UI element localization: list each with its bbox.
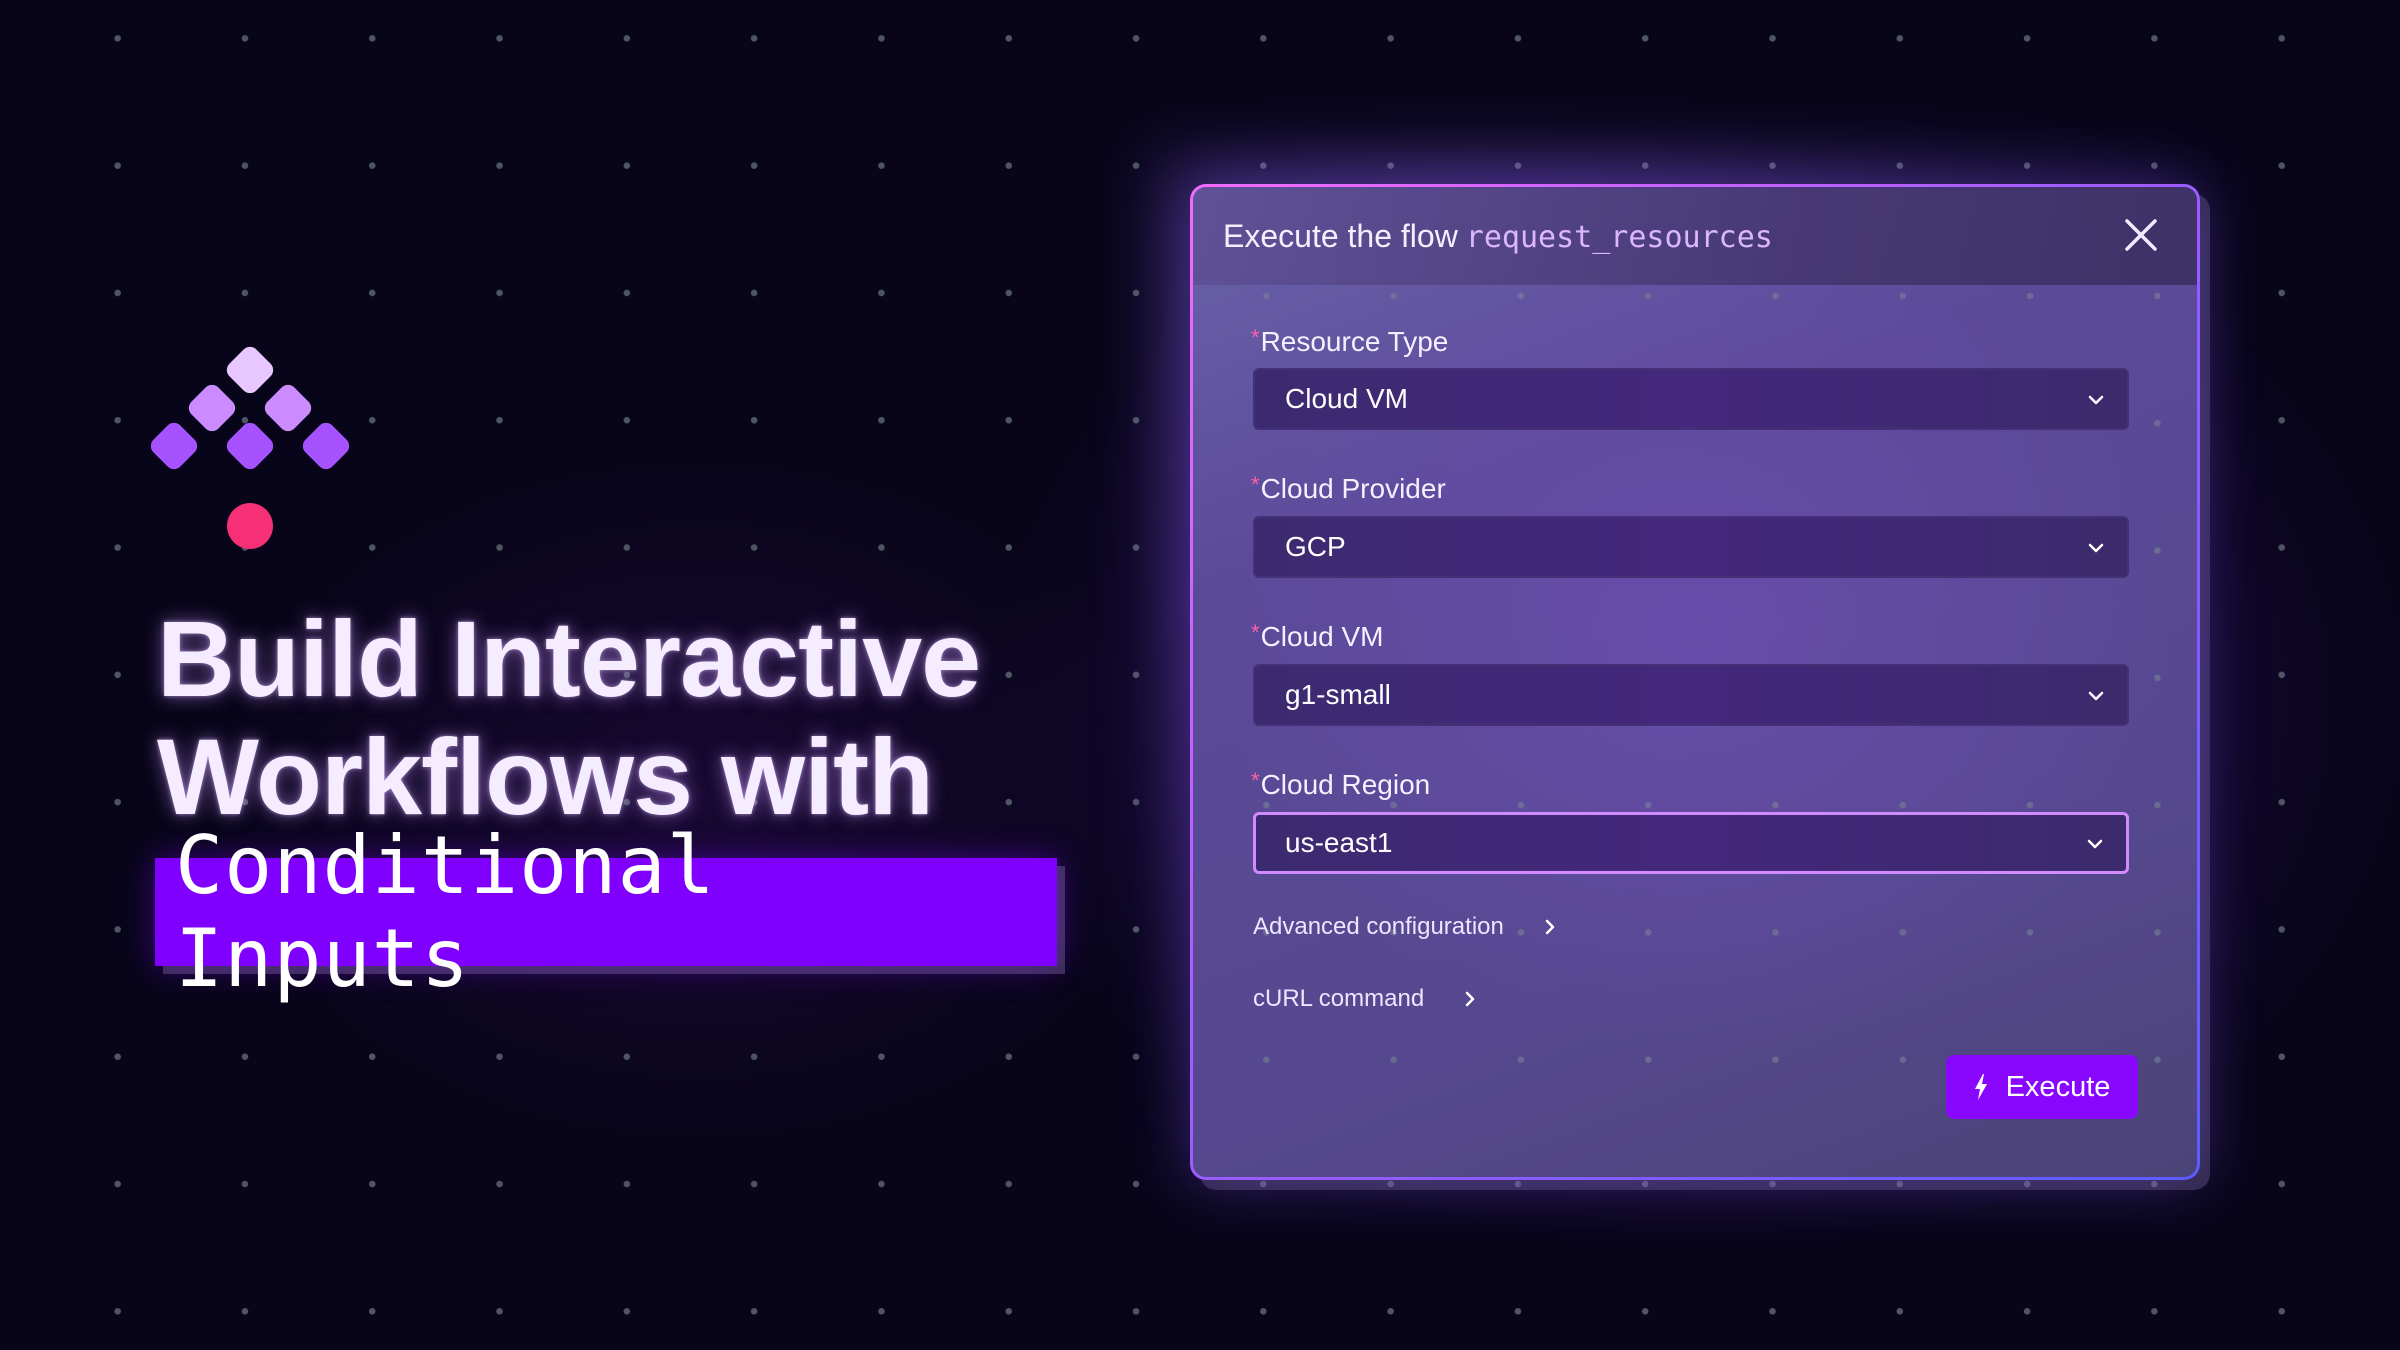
close-icon (2125, 219, 2157, 251)
required-marker: * (1251, 325, 1260, 350)
headline-line-1: Build Interactive (157, 598, 981, 719)
advanced-configuration-toggle[interactable]: Advanced configuration (1253, 913, 1556, 941)
select-value: Cloud VM (1285, 383, 1408, 414)
collapsible-label: Advanced configuration (1253, 913, 1504, 940)
cloud-provider-select[interactable]: GCP (1253, 516, 2129, 578)
cloud-vm-select[interactable]: g1-small (1253, 664, 2129, 726)
chevron-down-icon (2087, 839, 2103, 849)
chevron-down-icon (2088, 691, 2104, 701)
execute-label: Execute (2005, 1070, 2111, 1103)
headline-highlight: Conditional Inputs (155, 819, 1057, 1005)
cloud-region-select[interactable]: us-east1 (1253, 812, 2129, 874)
chevron-right-icon (1545, 919, 1555, 935)
flow-id: request_resources (1465, 219, 1773, 255)
chevron-down-icon (2088, 395, 2104, 405)
logo-gem-mid-left (185, 381, 239, 435)
required-marker: * (1251, 768, 1260, 793)
chevron-right-icon (1465, 991, 1475, 1007)
logo-gem-bottom-center (223, 419, 277, 473)
field-label-text: Cloud Region (1260, 769, 1431, 800)
select-value: us-east1 (1285, 827, 1393, 858)
required-marker: * (1251, 472, 1260, 497)
select-value: GCP (1285, 531, 1346, 562)
logo-gem-bottom-left (147, 419, 201, 473)
close-button[interactable] (2123, 217, 2159, 253)
logo-icon (147, 342, 353, 552)
resource-type-select[interactable]: Cloud VM (1253, 368, 2129, 430)
modal-header: Execute the flow request_resources (1193, 187, 2197, 285)
logo-red-dot (227, 503, 273, 549)
field-label-cloud-provider: *Cloud Provider (1251, 472, 1446, 505)
execute-flow-modal: Execute the flow request_resources *Resou… (1190, 184, 2200, 1180)
logo-gem-top (223, 343, 277, 397)
headline: Build Interactive Workflows with (157, 598, 981, 836)
headline-highlight-text: Conditional Inputs (175, 819, 716, 1005)
modal-title: Execute the flow request_resources (1223, 218, 1773, 255)
modal-title-prefix: Execute the flow (1223, 217, 1458, 254)
field-label-text: Cloud Provider (1260, 473, 1446, 504)
field-label-text: Resource Type (1260, 326, 1449, 357)
curl-command-toggle[interactable]: cURL command (1253, 985, 1476, 1013)
field-label-text: Cloud VM (1260, 621, 1384, 652)
logo-gem-bottom-right (299, 419, 353, 473)
collapsible-label: cURL command (1253, 985, 1425, 1012)
select-value: g1-small (1285, 679, 1391, 710)
lightning-icon (1974, 1074, 1987, 1100)
field-label-resource-type: *Resource Type (1251, 325, 1448, 358)
logo-gem-mid-right (261, 381, 315, 435)
field-label-cloud-region: *Cloud Region (1251, 768, 1430, 801)
field-label-cloud-vm: *Cloud VM (1251, 620, 1384, 653)
modal-body: Execute the flow request_resources *Resou… (1193, 187, 2197, 1177)
chevron-down-icon (2088, 543, 2104, 553)
required-marker: * (1251, 620, 1260, 645)
execute-button[interactable]: Execute (1946, 1055, 2138, 1119)
